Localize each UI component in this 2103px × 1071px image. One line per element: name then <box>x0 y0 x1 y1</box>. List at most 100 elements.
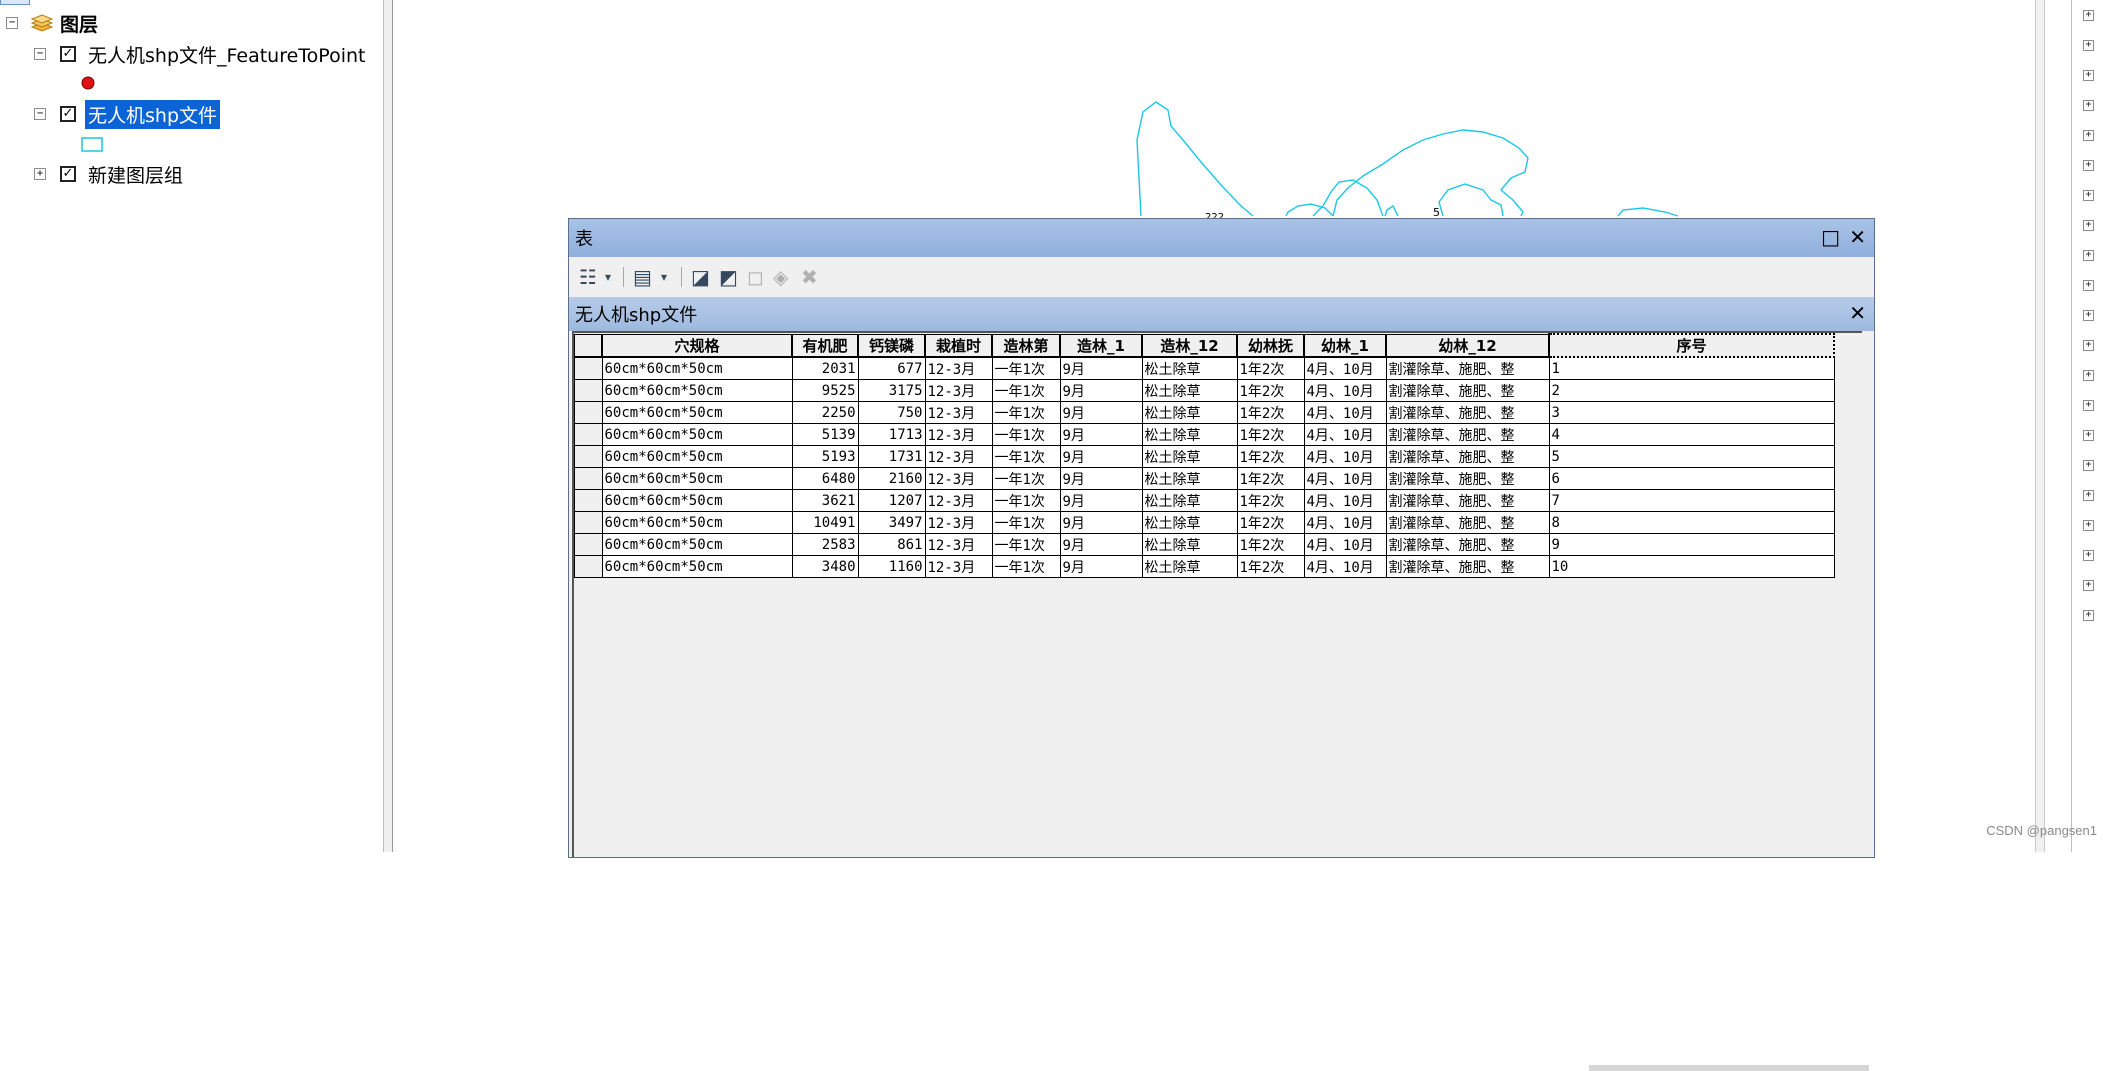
chevron-down-icon[interactable]: ▾ <box>605 265 611 289</box>
expand-icon[interactable]: + <box>2083 580 2094 591</box>
table-cell[interactable]: 4月、10月 <box>1303 533 1387 556</box>
table-cell[interactable]: 9月 <box>1059 379 1143 402</box>
table-cell[interactable]: 60cm*60cm*50cm <box>601 467 793 490</box>
row-selector[interactable] <box>574 356 603 380</box>
row-selector[interactable] <box>574 445 603 468</box>
table-cell[interactable]: 12-3月 <box>924 467 993 490</box>
table-cell[interactable]: 割灌除草、施肥、整 <box>1385 423 1550 446</box>
table-cell[interactable]: 6 <box>1548 467 1835 490</box>
chevron-down-icon[interactable]: ▾ <box>661 265 667 289</box>
select-by-attributes-icon[interactable]: ◪ <box>691 265 710 289</box>
column-header[interactable]: 栽植时 <box>924 333 993 358</box>
table-cell[interactable]: 松土除草 <box>1141 423 1238 446</box>
table-cell[interactable]: 1年2次 <box>1236 511 1305 534</box>
table-cell[interactable]: 1年2次 <box>1236 401 1305 424</box>
table-cell[interactable]: 9月 <box>1059 489 1143 512</box>
table-cell[interactable]: 12-3月 <box>924 356 993 380</box>
table-cell[interactable]: 12-3月 <box>924 511 993 534</box>
row-selector[interactable] <box>574 489 603 512</box>
table-cell[interactable]: 1年2次 <box>1236 555 1305 578</box>
expand-icon[interactable]: + <box>2083 40 2094 51</box>
table-cell[interactable]: 4月、10月 <box>1303 423 1387 446</box>
row-selector[interactable] <box>574 423 603 446</box>
table-cell[interactable]: 9月 <box>1059 555 1143 578</box>
table-cell[interactable]: 9 <box>1548 533 1835 556</box>
table-cell[interactable]: 3497 <box>857 511 926 534</box>
table-cell[interactable]: 1713 <box>857 423 926 446</box>
expand-icon[interactable]: + <box>2083 370 2094 381</box>
table-cell[interactable]: 割灌除草、施肥、整 <box>1385 401 1550 424</box>
column-header[interactable]: 幼林抚 <box>1236 333 1305 358</box>
table-row[interactable]: 60cm*60cm*50cm 6480 2160 12-3月 一年1次 9月 松土除草 1年2… <box>574 467 1835 490</box>
table-cell[interactable]: 60cm*60cm*50cm <box>601 489 793 512</box>
table-cell[interactable]: 1 <box>1548 356 1835 380</box>
table-cell[interactable]: 1207 <box>857 489 926 512</box>
panel-splitter[interactable] <box>383 0 393 852</box>
collapse-icon[interactable]: − <box>34 48 46 60</box>
table-cell[interactable]: 861 <box>857 533 926 556</box>
table-cell[interactable]: 割灌除草、施肥、整 <box>1385 511 1550 534</box>
table-cell[interactable]: 1年2次 <box>1236 445 1305 468</box>
collapse-icon[interactable]: − <box>6 17 18 29</box>
table-cell[interactable]: 12-3月 <box>924 445 993 468</box>
table-cell[interactable]: 一年1次 <box>991 379 1061 402</box>
table-cell[interactable]: 松土除草 <box>1141 445 1238 468</box>
table-cell[interactable]: 4 <box>1548 423 1835 446</box>
table-cell[interactable]: 4月、10月 <box>1303 467 1387 490</box>
table-cell[interactable]: 1年2次 <box>1236 356 1305 380</box>
expand-icon[interactable]: + <box>2083 190 2094 201</box>
table-cell[interactable]: 3 <box>1548 401 1835 424</box>
row-selector[interactable] <box>574 467 603 490</box>
expand-icon[interactable]: + <box>2083 550 2094 561</box>
toc-tab-stub[interactable] <box>0 0 30 5</box>
table-cell[interactable]: 5 <box>1548 445 1835 468</box>
column-header[interactable]: 钙镁磷 <box>857 333 926 358</box>
expand-icon[interactable]: + <box>2083 610 2094 621</box>
table-cell[interactable]: 割灌除草、施肥、整 <box>1385 379 1550 402</box>
toc-layer-group[interactable]: + ✓ 新建图层组 <box>34 161 183 187</box>
row-selector[interactable] <box>574 533 603 556</box>
collapse-icon[interactable]: − <box>34 108 46 120</box>
horizontal-scrollbar[interactable] <box>1589 1065 1869 1071</box>
zoom-to-selected-icon[interactable]: ◈ <box>773 265 788 289</box>
table-cell[interactable]: 12-3月 <box>924 401 993 424</box>
table-cell[interactable]: 12-3月 <box>924 423 993 446</box>
panel-splitter[interactable] <box>2035 0 2045 852</box>
table-cell[interactable]: 9月 <box>1059 511 1143 534</box>
table-cell[interactable]: 松土除草 <box>1141 489 1238 512</box>
toc-root-row[interactable]: − 图层 <box>6 10 98 36</box>
table-cell[interactable]: 4月、10月 <box>1303 379 1387 402</box>
table-cell[interactable]: 9525 <box>791 379 859 402</box>
table-cell[interactable]: 9月 <box>1059 467 1143 490</box>
table-cell[interactable]: 割灌除草、施肥、整 <box>1385 467 1550 490</box>
table-cell[interactable]: 9月 <box>1059 401 1143 424</box>
column-header[interactable]: 穴规格 <box>601 333 793 358</box>
column-header[interactable]: 有机肥 <box>791 333 859 358</box>
table-cell[interactable]: 8 <box>1548 511 1835 534</box>
table-cell[interactable]: 松土除草 <box>1141 379 1238 402</box>
table-cell[interactable]: 松土除草 <box>1141 533 1238 556</box>
row-selector-header[interactable] <box>574 333 603 358</box>
table-cell[interactable]: 60cm*60cm*50cm <box>601 533 793 556</box>
table-cell[interactable]: 9月 <box>1059 356 1143 380</box>
table-cell[interactable]: 10491 <box>791 511 859 534</box>
expand-icon[interactable]: + <box>2083 340 2094 351</box>
expand-icon[interactable]: + <box>2083 310 2094 321</box>
table-cell[interactable]: 4月、10月 <box>1303 555 1387 578</box>
table-cell[interactable]: 60cm*60cm*50cm <box>601 356 793 380</box>
expand-icon[interactable]: + <box>2083 70 2094 81</box>
table-tab[interactable]: 无人机shp文件 ✕ <box>569 297 1874 331</box>
table-row[interactable]: 60cm*60cm*50cm 2583 861 12-3月 一年1次 9月 松土除草 1年2次… <box>574 533 1835 556</box>
table-cell[interactable]: 一年1次 <box>991 356 1061 380</box>
table-row[interactable]: 60cm*60cm*50cm 10491 3497 12-3月 一年1次 9月 松土除草 1年… <box>574 511 1835 534</box>
toc-layer-shp[interactable]: − ✓ 无人机shp文件 <box>34 99 221 129</box>
switch-selection-icon[interactable]: ◩ <box>719 265 738 289</box>
close-tab-icon[interactable]: ✕ <box>1849 302 1866 324</box>
table-cell[interactable]: 60cm*60cm*50cm <box>601 555 793 578</box>
clear-selection-icon[interactable]: ◻ <box>747 265 764 289</box>
column-header[interactable]: 幼林_1 <box>1303 333 1387 358</box>
table-cell[interactable]: 2031 <box>791 356 859 380</box>
table-cell[interactable]: 割灌除草、施肥、整 <box>1385 555 1550 578</box>
table-cell[interactable]: 12-3月 <box>924 533 993 556</box>
layer-visibility-checkbox[interactable]: ✓ <box>60 106 76 122</box>
